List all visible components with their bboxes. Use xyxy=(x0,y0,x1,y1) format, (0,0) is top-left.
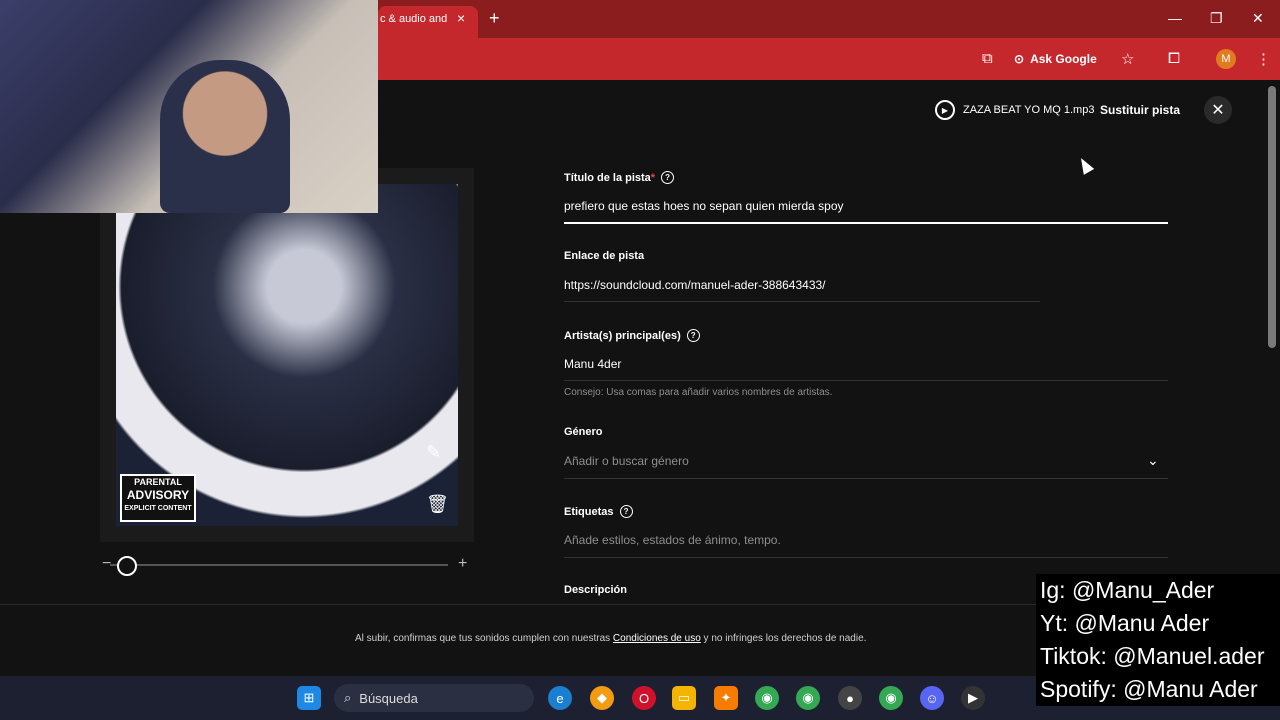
delete-artwork-icon[interactable]: 🗑 xyxy=(426,494,449,515)
tiktok-handle: Tiktok: @Manuel.ader xyxy=(1040,643,1265,669)
artist-hint: Consejo: Usa comas para añadir varios no… xyxy=(564,387,833,398)
chrome-profile-icon[interactable]: ◉ xyxy=(796,686,820,710)
zoom-slider-track[interactable] xyxy=(110,564,448,566)
search-label: Búsqueda xyxy=(359,690,418,706)
link-input[interactable]: https://soundcloud.com/manuel-ader-38864… xyxy=(564,278,826,292)
play-icon[interactable]: ▶ xyxy=(935,100,955,120)
brave-icon[interactable]: ◆ xyxy=(590,686,614,710)
replace-track-button[interactable]: Sustituir pista xyxy=(1100,103,1180,117)
tab-close-icon[interactable]: × xyxy=(457,10,465,26)
close-icon: ✕ xyxy=(1211,102,1225,119)
cast-icon[interactable]: ⧉ xyxy=(982,50,993,67)
windows-start-icon[interactable]: ⊞ xyxy=(297,686,321,710)
file-explorer-icon[interactable]: ▭ xyxy=(672,686,696,710)
google-lens-icon: ⊙ xyxy=(1014,52,1025,66)
description-label: Descripción xyxy=(564,584,627,596)
footer-text-before: Al subir, confirmas que tus sonidos cump… xyxy=(355,633,613,644)
edge-icon[interactable]: e xyxy=(548,686,572,710)
artist-input-underline xyxy=(564,380,1168,381)
youtube-handle: Yt: @Manu Ader xyxy=(1040,610,1210,636)
link-label: Enlace de pista xyxy=(564,250,645,262)
file-name: ZAZA BEAT YO MQ 1.mp3 xyxy=(963,104,1095,116)
bookmark-star-icon[interactable]: ☆ xyxy=(1121,50,1134,68)
restore-icon[interactable]: ❐ xyxy=(1210,10,1223,27)
zoom-slider-thumb[interactable] xyxy=(116,556,137,576)
title-label: Título de la pista* ? xyxy=(564,171,675,184)
chrome-active-icon[interactable]: ◉ xyxy=(879,686,903,710)
genre-select[interactable]: Añadir o buscar género xyxy=(564,454,689,468)
discord-icon[interactable]: ☺ xyxy=(920,686,944,710)
artist-label-text: Artista(s) principal(es) xyxy=(564,329,681,342)
footer-terms: Al subir, confirmas que tus sonidos cump… xyxy=(355,633,866,644)
title-label-text: Título de la pista xyxy=(564,171,651,184)
obs-icon[interactable]: ● xyxy=(838,686,862,710)
link-input-underline xyxy=(564,301,1040,302)
terms-link[interactable]: Condiciones de uso xyxy=(613,633,701,644)
tab-title: c & audio and xyxy=(380,13,448,25)
search-icon: ⌕ xyxy=(344,690,352,705)
zoom-in-icon[interactable]: + xyxy=(458,555,467,573)
close-upload-button[interactable]: ✕ xyxy=(1204,96,1232,124)
help-icon[interactable]: ? xyxy=(686,329,700,342)
genre-underline xyxy=(564,478,1168,479)
media-player-icon[interactable]: ▶ xyxy=(961,686,985,710)
chevron-down-icon[interactable]: ⌄ xyxy=(1147,452,1159,469)
tags-underline xyxy=(564,557,1168,558)
profile-avatar[interactable]: M xyxy=(1216,49,1236,69)
spotify-handle: Spotify: @Manu Ader xyxy=(1040,676,1258,702)
advisory-line-2: ADVISORY xyxy=(126,488,190,502)
help-icon[interactable]: ? xyxy=(619,505,633,518)
uploaded-file: ▶ ZAZA BEAT YO MQ 1.mp3 xyxy=(935,100,1094,120)
title-input[interactable]: prefiero que estas hoes no sepan quien m… xyxy=(564,199,844,213)
page-scrollbar[interactable] xyxy=(1268,86,1276,348)
taskbar-search[interactable]: ⌕ Búsqueda xyxy=(334,684,534,712)
opera-icon[interactable]: O xyxy=(632,686,656,710)
new-tab-button[interactable]: + xyxy=(489,8,500,29)
extensions-icon[interactable]: ⧠ xyxy=(1168,50,1180,67)
chrome-icon[interactable]: ◉ xyxy=(755,686,779,710)
tags-label-text: Etiquetas xyxy=(564,505,614,518)
advisory-line-3: EXPLICIT CONTENT xyxy=(124,505,192,512)
artist-input[interactable]: Manu 4der xyxy=(564,357,621,371)
ask-google-label: Ask Google xyxy=(1030,52,1097,66)
artist-label: Artista(s) principal(es) ? xyxy=(564,329,700,342)
instagram-handle: Ig: @Manu_Ader xyxy=(1040,577,1215,603)
fl-studio-icon[interactable]: ✦ xyxy=(714,686,738,710)
genre-label: Género xyxy=(564,426,603,438)
minimize-icon[interactable]: — xyxy=(1168,10,1182,26)
tags-input[interactable]: Añade estilos, estados de ánimo, tempo. xyxy=(564,533,781,547)
parental-advisory-label: PARENTAL ADVISORY EXPLICIT CONTENT xyxy=(120,474,196,522)
tags-label: Etiquetas ? xyxy=(564,505,633,518)
title-input-underline xyxy=(564,222,1168,224)
window-close-icon[interactable]: ✕ xyxy=(1252,10,1264,27)
edit-artwork-icon[interactable]: ✎ xyxy=(426,442,441,463)
ask-google-button[interactable]: ⊙ Ask Google xyxy=(1014,48,1097,70)
help-icon[interactable]: ? xyxy=(661,171,675,184)
social-handles-overlay: Ig: @Manu_Ader Yt: @Manu Ader Tiktok: @M… xyxy=(1036,574,1280,706)
required-marker: * xyxy=(650,171,656,184)
browser-menu-icon[interactable]: ⋮ xyxy=(1256,50,1271,68)
footer-text-after: y no infringes los derechos de nadie. xyxy=(700,633,867,644)
webcam-person xyxy=(160,60,290,213)
